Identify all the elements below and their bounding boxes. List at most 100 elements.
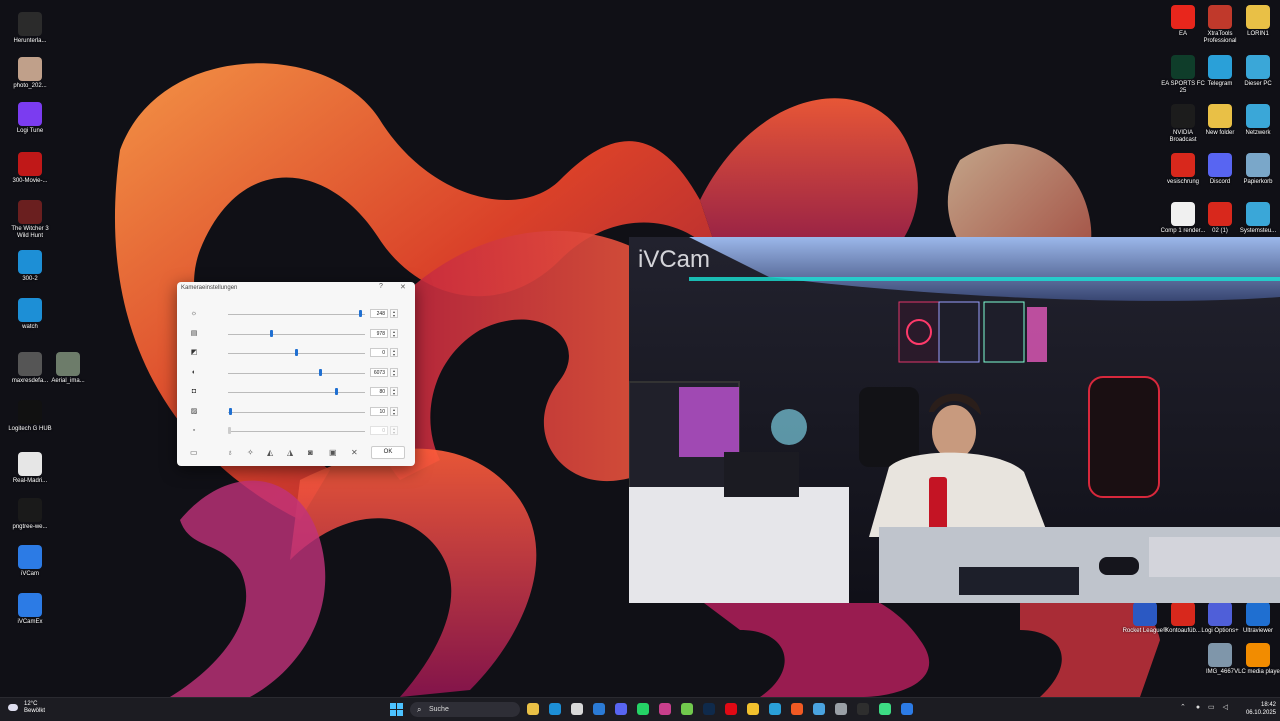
desktop-icon-label: Aerial_ima... [51, 378, 85, 384]
desktop-icon-14[interactable]: Systemsteu... [1234, 202, 1280, 235]
slider-thumb[interactable] [335, 388, 339, 395]
desktop-icon-13[interactable]: iVCamEx [6, 593, 54, 626]
taskbar-clock[interactable]: 18:42 06.10.2025 [1236, 701, 1276, 717]
mirror-icon[interactable]: ◮ [287, 448, 293, 457]
slider-thumb[interactable] [295, 349, 298, 356]
volume-icon[interactable]: ◁ [1223, 704, 1228, 711]
chrome-icon[interactable] [747, 703, 759, 715]
camera-settings-dialog[interactable]: Kameraeinstellungen ? ✕ ☼ 248 ▴ ▾ ▤ 978 ▴ ▾ ◩ 0 ▴ ▾… [177, 282, 415, 466]
snapshot-icon[interactable]: ◙ [308, 448, 313, 457]
desktop-icon-5[interactable]: VLC media player [1234, 643, 1280, 676]
desktop-icon-3[interactable]: 300-Movie-... [6, 152, 54, 185]
telegram-icon[interactable] [769, 703, 781, 715]
browser-icon[interactable] [813, 703, 825, 715]
search-icon: ⌕ [417, 705, 422, 714]
mail-icon[interactable] [571, 703, 583, 715]
desktop-icon-label: Ultraviewer [1242, 628, 1273, 634]
network-icon[interactable]: ▭ [1208, 704, 1215, 711]
xbox-icon[interactable] [681, 703, 693, 715]
help-button[interactable]: ? [379, 283, 383, 290]
setting-value-field[interactable]: 6073 [370, 367, 388, 377]
desktop-icon-5[interactable]: Dieser PC [1234, 55, 1280, 88]
windows-start-icon[interactable] [390, 703, 403, 716]
photos-icon[interactable] [659, 703, 671, 715]
setting-value-field[interactable]: 10 [370, 406, 388, 416]
dialog-title: Kameraeinstellungen [181, 285, 238, 291]
slider-thumb[interactable] [229, 407, 233, 415]
desktop-icon-label: photo_202... [13, 83, 47, 89]
desktop-icon-8[interactable]: Netzwerk [1234, 104, 1280, 137]
desktop-icon-0[interactable]: Herunterla... [6, 12, 54, 45]
setting-value-field[interactable]: 0 [370, 426, 388, 435]
desktop-icon-1[interactable]: photo_202... [6, 57, 54, 90]
spin-button[interactable]: ▴ ▾ [390, 328, 398, 338]
ivcam-preview-window[interactable]: iVCam [629, 237, 1280, 603]
ivcam-watermark: iVCam [638, 246, 711, 273]
flip-horizontal-icon[interactable]: ◭ [267, 448, 273, 457]
slider-track[interactable] [228, 431, 365, 432]
recycle-bin-icon [1246, 153, 1270, 177]
microphone-icon[interactable]: ● [1196, 704, 1200, 711]
close-button[interactable]: ✕ [400, 283, 406, 291]
file-explorer-icon[interactable] [527, 703, 539, 715]
system-tray[interactable]: ⌃ ● ▭ ◁ [1180, 703, 1228, 711]
slider-thumb[interactable] [228, 427, 231, 434]
ivcam-icon [18, 593, 42, 617]
camera-icon[interactable]: ▭ [190, 448, 198, 457]
desktop-icon-9[interactable]: Logitech G HUB [6, 400, 54, 433]
vscode-icon[interactable] [593, 703, 605, 715]
brave-icon[interactable] [791, 703, 803, 715]
spin-button[interactable]: ▴ ▾ [390, 387, 398, 396]
fc25-game-icon [1171, 55, 1195, 79]
desktop-icon-5[interactable]: 300-2 [6, 250, 54, 283]
photoshop-icon[interactable] [703, 703, 715, 715]
taskbar-search-box[interactable]: ⌕ Suche [410, 702, 520, 717]
terminal-icon[interactable] [857, 703, 869, 715]
chevron-up-icon[interactable]: ⌃ [1180, 704, 1186, 711]
discord-icon[interactable] [615, 703, 627, 715]
desktop-icon-11[interactable]: pngtree-we... [6, 498, 54, 531]
slider-track[interactable] [228, 411, 365, 413]
desktop-icon-2[interactable]: LORIN1 [1234, 5, 1280, 38]
whatsapp-icon[interactable] [637, 703, 649, 715]
setting-value-field[interactable]: 0 [370, 348, 388, 357]
setting-value-field[interactable]: 80 [370, 387, 388, 396]
slider-track[interactable] [228, 372, 365, 374]
netflix-icon[interactable] [725, 703, 737, 715]
ivcam-icon[interactable] [901, 703, 913, 715]
desktop-icon-label: Logi Tune [16, 128, 44, 134]
desktop-icon-8[interactable]: Aerial_ima... [44, 352, 92, 385]
slider-track[interactable] [228, 314, 365, 315]
desktop-icon-10[interactable]: Real-Madri... [6, 452, 54, 485]
desktop-icon-4[interactable]: The Witcher 3 Wild Hunt [6, 200, 54, 240]
settings-icon[interactable] [835, 703, 847, 715]
magic-wand-icon[interactable]: ✧ [247, 448, 254, 457]
slider-thumb[interactable] [319, 368, 323, 376]
spin-button[interactable]: ▴ ▾ [390, 309, 398, 318]
cross-icon[interactable]: ✕ [351, 448, 358, 457]
spin-button[interactable]: ▴ ▾ [390, 426, 398, 435]
microphone-icon[interactable]: ♁ [227, 448, 233, 457]
slider-track[interactable] [228, 392, 365, 393]
ok-button[interactable]: OK [371, 446, 405, 459]
setting-value-field[interactable]: 248 [370, 309, 388, 318]
clock-time: 18:42 [1260, 702, 1276, 708]
zoom-icon: ▨ [190, 407, 198, 415]
desktop-icon-12[interactable]: iVCam [6, 545, 54, 578]
record-icon[interactable]: ▣ [329, 448, 337, 457]
slider-thumb[interactable] [359, 310, 363, 317]
desktop-icon-11[interactable]: Papierkorb [1234, 153, 1280, 186]
slider-thumb[interactable] [269, 329, 273, 337]
spin-button[interactable]: ▴ ▾ [390, 367, 398, 377]
desktop-icon-6[interactable]: watch [6, 298, 54, 331]
edge-browser-icon[interactable] [549, 703, 561, 715]
spin-button[interactable]: ▴ ▾ [390, 406, 398, 416]
android-icon[interactable] [879, 703, 891, 715]
desktop-icon-3[interactable]: Ultraviewer [1234, 602, 1280, 635]
desktop-icon-2[interactable]: Logi Tune [6, 102, 54, 135]
edge-browser-icon [18, 250, 42, 274]
slider-track[interactable] [228, 333, 365, 335]
spin-button[interactable]: ▴ ▾ [390, 348, 398, 357]
desktop-icon-label: Dieser PC [1244, 81, 1272, 87]
setting-value-field[interactable]: 978 [370, 328, 388, 338]
